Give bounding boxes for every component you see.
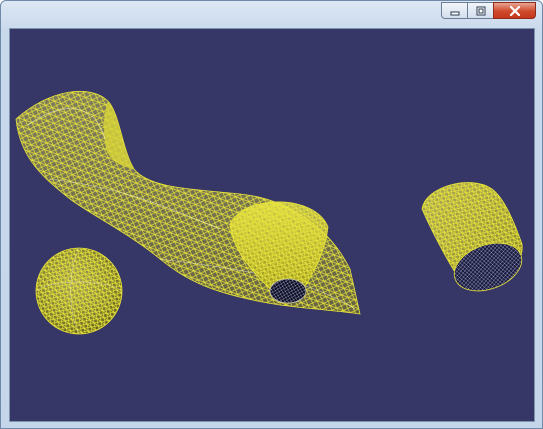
minimize-icon xyxy=(450,11,459,15)
app-window xyxy=(0,0,543,429)
close-icon xyxy=(509,5,520,16)
minimize-button[interactable] xyxy=(441,2,467,19)
close-button[interactable] xyxy=(493,2,536,19)
window-controls xyxy=(441,2,536,20)
title-bar[interactable] xyxy=(1,1,542,23)
wireframe-scene xyxy=(15,90,523,335)
restore-icon xyxy=(476,6,485,15)
sphere-mesh xyxy=(35,247,123,335)
cylinder-mesh xyxy=(421,182,523,292)
restore-button[interactable] xyxy=(467,2,493,19)
3d-viewport[interactable] xyxy=(9,28,535,422)
